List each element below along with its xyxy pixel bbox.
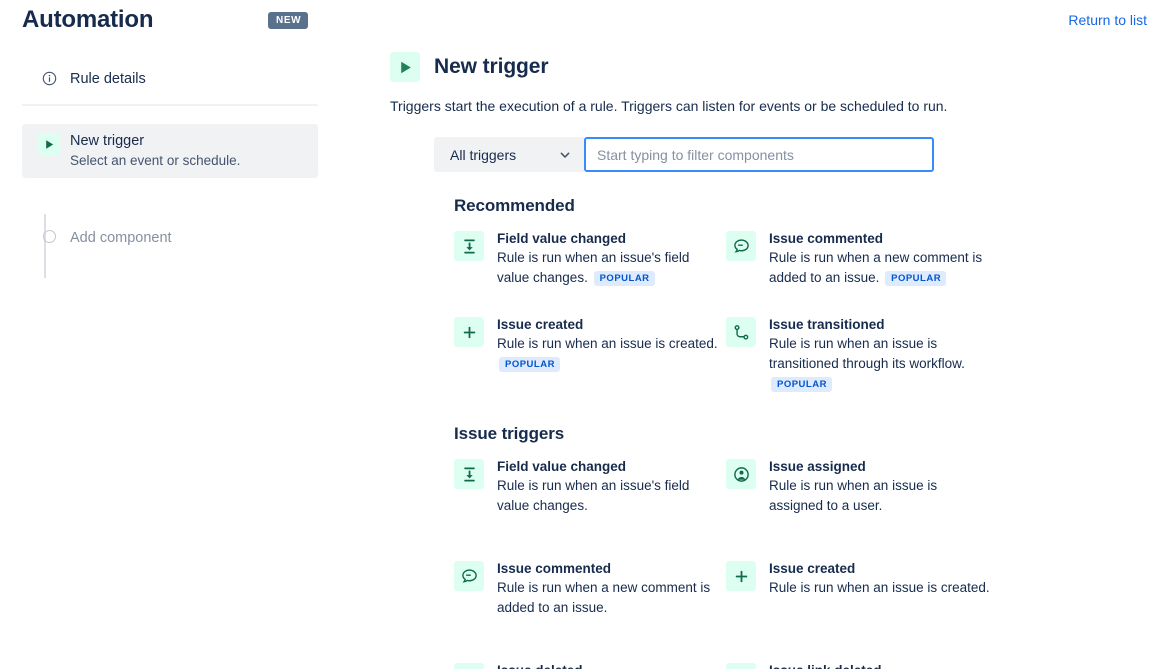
trigger-card-title: Issue created bbox=[769, 561, 856, 576]
trigger-card-desc: Rule is run when an issue is created. bbox=[769, 580, 990, 595]
trigger-card-title: Issue link deleted bbox=[769, 662, 958, 669]
sidebar-item-new-trigger[interactable]: New trigger Select an event or schedule. bbox=[22, 124, 318, 178]
trigger-card-desc: Rule is run when an issue is assigned to… bbox=[769, 478, 938, 513]
popular-badge: POPULAR bbox=[499, 356, 560, 372]
main-title: New trigger bbox=[434, 55, 549, 78]
trigger-card[interactable]: Field value changed Rule is run when an … bbox=[454, 452, 726, 538]
sidebar-add-component-row: Add component bbox=[0, 221, 360, 256]
sidebar-item-sublabel: Select an event or schedule. bbox=[70, 153, 241, 168]
grid-spacer bbox=[726, 538, 998, 554]
grid-spacer bbox=[454, 538, 726, 554]
sidebar-divider bbox=[22, 104, 318, 106]
info-icon bbox=[36, 70, 62, 86]
trigger-card-desc: Rule is run when an issue's field value … bbox=[497, 250, 690, 286]
chevron-down-icon bbox=[558, 148, 572, 162]
plus-icon bbox=[726, 561, 756, 591]
sidebar-trigger-row: New trigger Select an event or schedule. bbox=[0, 124, 360, 178]
plus-icon bbox=[454, 317, 484, 347]
filter-components-input[interactable] bbox=[584, 137, 934, 172]
broken-link-icon bbox=[726, 663, 756, 669]
trigger-card-title: Field value changed bbox=[497, 231, 627, 246]
trigger-card-title: Issue transitioned bbox=[769, 317, 885, 332]
automation-page: Automation NEW Return to list Rule detai… bbox=[0, 0, 1161, 669]
trigger-card-desc: Rule is run when an issue's field value … bbox=[497, 478, 690, 513]
trigger-card-body: Issue created Rule is run when an issue … bbox=[769, 560, 990, 598]
recommended-grid: Field value changed Rule is run when an … bbox=[454, 224, 1030, 400]
trigger-card-title: Issue commented bbox=[497, 561, 612, 576]
trigger-card-desc: Rule is run when a new comment is added … bbox=[497, 580, 711, 615]
circle-outline-icon-wrap bbox=[36, 229, 62, 243]
play-icon bbox=[38, 133, 60, 155]
issue-triggers-grid: Field value changed Rule is run when an … bbox=[454, 452, 1030, 669]
trigger-card-body: Issue commented Rule is run when a new c… bbox=[497, 560, 720, 618]
trigger-card-desc: Rule is run when an issue is created. PO… bbox=[497, 336, 718, 372]
trigger-card-title: Issue deleted bbox=[497, 662, 665, 669]
trigger-card-title: Issue assigned bbox=[769, 459, 866, 474]
play-icon bbox=[390, 52, 420, 82]
return-to-list-link[interactable]: Return to list bbox=[1068, 12, 1147, 28]
trigger-card-body: Field value changed Rule is run when an … bbox=[497, 230, 720, 288]
trigger-card-body: Issue created Rule is run when an issue … bbox=[497, 316, 720, 374]
trigger-card-body: Issue assigned Rule is run when an issue… bbox=[769, 458, 992, 516]
grid-spacer bbox=[726, 294, 998, 310]
comment-icon bbox=[726, 231, 756, 261]
sidebar-item-label: Rule details bbox=[70, 71, 146, 87]
trigger-card[interactable]: Issue link deleted Rule executes when an… bbox=[726, 656, 998, 669]
trigger-card-body: Issue deleted Rule is run when an issue … bbox=[497, 662, 665, 669]
new-badge: NEW bbox=[268, 12, 309, 29]
trigger-card-title: Issue commented bbox=[769, 231, 884, 246]
grid-spacer bbox=[726, 640, 998, 656]
section-title: Issue triggers bbox=[454, 424, 565, 443]
trigger-card[interactable]: Issue created Rule is run when an issue … bbox=[726, 554, 998, 640]
trigger-card-title: Field value changed bbox=[497, 459, 627, 474]
top-header: Automation NEW Return to list bbox=[0, 0, 1161, 46]
grid-spacer bbox=[454, 294, 726, 310]
main-panel: New trigger Triggers start the execution… bbox=[390, 52, 1030, 669]
trigger-card[interactable]: Issue deleted Rule is run when an issue … bbox=[454, 656, 726, 669]
sidebar-new-trigger-text: New trigger Select an event or schedule. bbox=[62, 132, 240, 170]
sidebar-item-label: New trigger bbox=[70, 133, 145, 149]
sidebar-rule-details-text: Rule details bbox=[62, 70, 146, 89]
main-description: Triggers start the execution of a rule. … bbox=[390, 98, 948, 114]
sidebar-item-label: Add component bbox=[70, 230, 172, 246]
circle-outline-icon bbox=[42, 230, 56, 243]
filter-controls: All triggers bbox=[434, 137, 1030, 172]
trigger-type-select[interactable]: All triggers bbox=[434, 137, 584, 172]
trigger-card[interactable]: Field value changed Rule is run when an … bbox=[454, 224, 726, 294]
page-title: Automation bbox=[22, 6, 154, 33]
person-icon bbox=[726, 459, 756, 489]
rule-sidebar: Rule details New trigger Select an event… bbox=[0, 46, 360, 669]
popular-badge: POPULAR bbox=[885, 270, 947, 286]
popular-badge: POPULAR bbox=[593, 270, 655, 286]
trash-icon bbox=[454, 663, 484, 669]
comment-icon bbox=[454, 561, 484, 591]
trigger-card-body: Issue commented Rule is run when a new c… bbox=[769, 230, 992, 288]
field-value-changed-icon bbox=[454, 459, 484, 489]
main-header: New trigger bbox=[390, 52, 1030, 82]
sidebar-item-add-component[interactable]: Add component bbox=[22, 221, 318, 256]
trigger-card[interactable]: Issue commented Rule is run when a new c… bbox=[726, 224, 998, 294]
trigger-card-title: Issue created bbox=[497, 317, 584, 332]
trigger-type-select-value: All triggers bbox=[450, 146, 517, 163]
trigger-card-body: Field value changed Rule is run when an … bbox=[497, 458, 720, 516]
play-icon-wrap bbox=[36, 132, 62, 155]
sidebar-item-rule-details[interactable]: Rule details bbox=[22, 62, 338, 97]
trigger-card-body: Issue link deleted Rule executes when an… bbox=[769, 662, 958, 669]
trigger-card-desc: Rule is run when an issue is transitione… bbox=[769, 336, 965, 392]
popular-badge: POPULAR bbox=[771, 376, 832, 392]
trigger-card[interactable]: Issue transitioned Rule is run when an i… bbox=[726, 310, 998, 400]
workflow-branch-icon bbox=[726, 317, 756, 347]
trigger-card[interactable]: Issue created Rule is run when an issue … bbox=[454, 310, 726, 400]
section-issue-triggers: Issue triggers Field value changed Rule bbox=[390, 424, 1030, 669]
sidebar-add-component-text: Add component bbox=[62, 229, 172, 248]
field-value-changed-icon bbox=[454, 231, 484, 261]
section-title: Recommended bbox=[454, 196, 575, 215]
trigger-card[interactable]: Issue commented Rule is run when a new c… bbox=[454, 554, 726, 640]
trigger-card-body: Issue transitioned Rule is run when an i… bbox=[769, 316, 992, 394]
trigger-card-desc: Rule is run when a new comment is added … bbox=[769, 250, 983, 286]
grid-spacer bbox=[454, 640, 726, 656]
trigger-card[interactable]: Issue assigned Rule is run when an issue… bbox=[726, 452, 998, 538]
section-recommended: Recommended Field value changed Rule is bbox=[390, 196, 1030, 400]
